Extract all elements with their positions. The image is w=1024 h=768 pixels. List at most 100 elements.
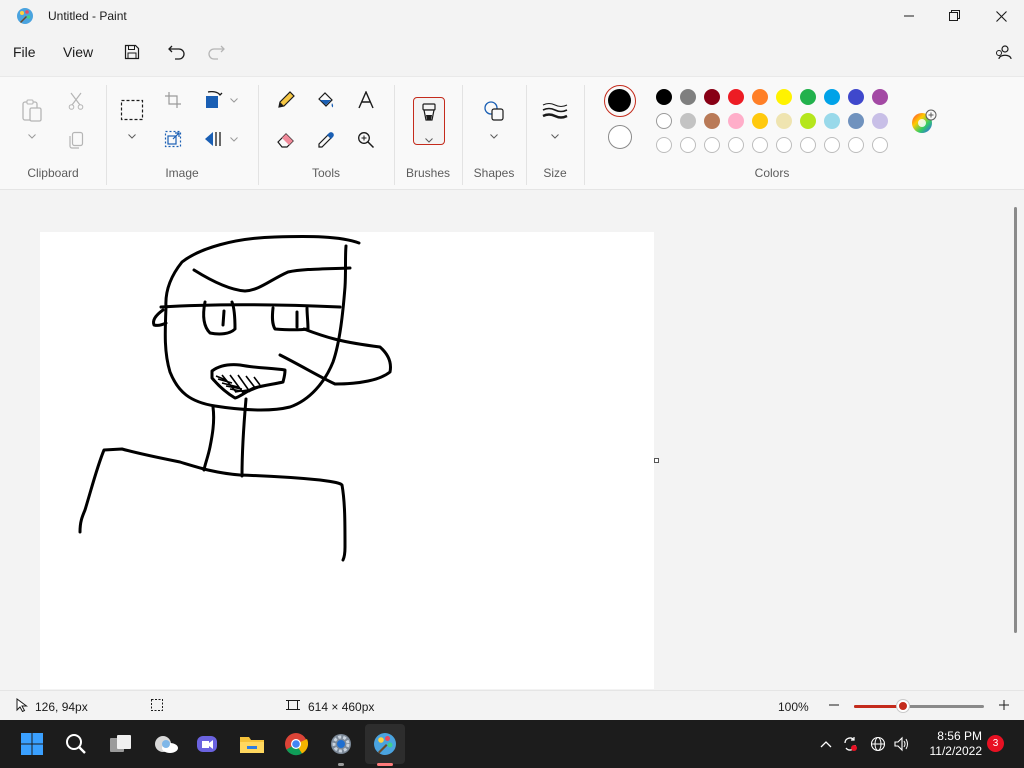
file-explorer-icon[interactable]	[236, 728, 268, 760]
color-swatch[interactable]	[728, 113, 744, 129]
clock-time: 8:56 PM	[937, 729, 982, 743]
color-picker-icon[interactable]	[312, 126, 340, 154]
color-swatch[interactable]	[656, 113, 672, 129]
color-swatch[interactable]	[824, 89, 840, 105]
color-swatch[interactable]	[848, 89, 864, 105]
color-swatch[interactable]	[872, 89, 888, 105]
image-group: Image	[106, 77, 258, 191]
zoom-slider-thumb[interactable]	[897, 700, 910, 712]
custom-color-slot[interactable]	[872, 137, 888, 153]
view-menu[interactable]: View	[63, 44, 93, 60]
chrome-icon[interactable]	[280, 728, 312, 760]
restore-button[interactable]	[932, 0, 978, 32]
copy-icon[interactable]	[62, 126, 90, 154]
primary-color-ring[interactable]	[604, 85, 636, 117]
image-label: Image	[165, 166, 199, 180]
crop-icon[interactable]	[159, 86, 187, 114]
start-icon[interactable]	[16, 728, 48, 760]
drawing-canvas[interactable]	[40, 232, 654, 689]
widgets-icon[interactable]	[150, 728, 182, 760]
color-swatch[interactable]	[872, 113, 888, 129]
shapes-icon[interactable]	[480, 97, 508, 125]
brushes-button[interactable]	[413, 97, 445, 145]
save-icon[interactable]	[120, 40, 144, 64]
cursor-icon	[15, 698, 29, 712]
size-icon[interactable]	[541, 97, 569, 125]
color-swatch[interactable]	[824, 113, 840, 129]
size-chevron-icon[interactable]	[550, 131, 560, 141]
shapes-group: Shapes	[462, 77, 526, 191]
drawing-strokes	[78, 235, 392, 562]
zoom-out-icon[interactable]	[827, 698, 841, 712]
shapes-chevron-icon[interactable]	[489, 131, 499, 141]
custom-color-slot[interactable]	[824, 137, 840, 153]
close-button[interactable]	[978, 0, 1024, 32]
teams-chat-icon[interactable]	[192, 728, 224, 760]
custom-color-slot[interactable]	[704, 137, 720, 153]
eraser-icon[interactable]	[272, 126, 300, 154]
undo-icon[interactable]	[165, 40, 189, 64]
rotate-chevron-icon[interactable]	[229, 95, 239, 105]
notification-badge[interactable]: 3	[987, 735, 1004, 752]
color-swatch[interactable]	[776, 89, 792, 105]
zoom-slider[interactable]	[854, 705, 984, 708]
paint-taskbar-icon[interactable]	[369, 728, 401, 760]
color-swatch[interactable]	[800, 89, 816, 105]
cut-icon[interactable]	[62, 87, 90, 115]
sync-icon[interactable]	[842, 736, 858, 752]
select-icon[interactable]	[118, 96, 146, 124]
edit-colors-icon[interactable]	[910, 109, 938, 140]
color-swatch[interactable]	[680, 89, 696, 105]
pencil-icon[interactable]	[272, 86, 300, 114]
custom-color-slot[interactable]	[776, 137, 792, 153]
color-swatch[interactable]	[776, 113, 792, 129]
color-swatch[interactable]	[704, 89, 720, 105]
color-swatch[interactable]	[752, 89, 768, 105]
custom-color-slot[interactable]	[752, 137, 768, 153]
taskbar-clock[interactable]: 8:56 PM 11/2/2022	[920, 729, 983, 759]
rotate-icon[interactable]	[199, 86, 227, 114]
resize-handle-right[interactable]	[654, 458, 659, 463]
fill-icon[interactable]	[312, 86, 340, 114]
text-icon[interactable]	[352, 86, 380, 114]
network-globe-icon[interactable]	[870, 736, 886, 752]
resize-icon[interactable]	[159, 125, 187, 153]
color-swatch[interactable]	[656, 89, 672, 105]
custom-color-slot[interactable]	[800, 137, 816, 153]
select-chevron-icon[interactable]	[127, 131, 137, 141]
color-swatch[interactable]	[728, 89, 744, 105]
status-bar: 126, 94px 614 × 460px 100%	[0, 690, 1024, 720]
paste-chevron-icon[interactable]	[27, 131, 37, 141]
zoom-level[interactable]: 100%	[778, 700, 809, 714]
primary-color-swatch	[608, 89, 631, 112]
search-icon[interactable]	[60, 728, 92, 760]
magnifier-icon[interactable]	[352, 126, 380, 154]
flip-icon[interactable]	[199, 125, 227, 153]
paste-icon[interactable]	[18, 97, 46, 125]
brushes-group: Brushes	[394, 77, 462, 191]
color-swatch[interactable]	[800, 113, 816, 129]
color-swatch[interactable]	[704, 113, 720, 129]
flip-chevron-icon[interactable]	[229, 134, 239, 144]
show-hidden-icons-chevron[interactable]	[818, 736, 834, 752]
zoom-in-icon[interactable]	[997, 698, 1011, 712]
file-menu[interactable]: File	[13, 44, 36, 60]
redo-icon[interactable]	[204, 40, 228, 64]
color-swatch[interactable]	[848, 113, 864, 129]
vertical-scrollbar[interactable]	[1014, 207, 1017, 633]
secondary-color-swatch[interactable]	[608, 125, 632, 149]
custom-color-slot[interactable]	[848, 137, 864, 153]
settings-icon[interactable]	[325, 728, 357, 760]
account-icon[interactable]	[992, 40, 1016, 64]
canvas-size: 614 × 460px	[308, 700, 375, 714]
tools-group: Tools	[258, 77, 394, 191]
task-view-icon[interactable]	[105, 728, 137, 760]
minimize-button[interactable]	[886, 0, 932, 32]
brushes-chevron-icon	[425, 132, 433, 146]
custom-color-slot[interactable]	[680, 137, 696, 153]
color-swatch[interactable]	[752, 113, 768, 129]
custom-color-slot[interactable]	[656, 137, 672, 153]
color-swatch[interactable]	[680, 113, 696, 129]
custom-color-slot[interactable]	[728, 137, 744, 153]
volume-icon[interactable]	[894, 736, 910, 752]
